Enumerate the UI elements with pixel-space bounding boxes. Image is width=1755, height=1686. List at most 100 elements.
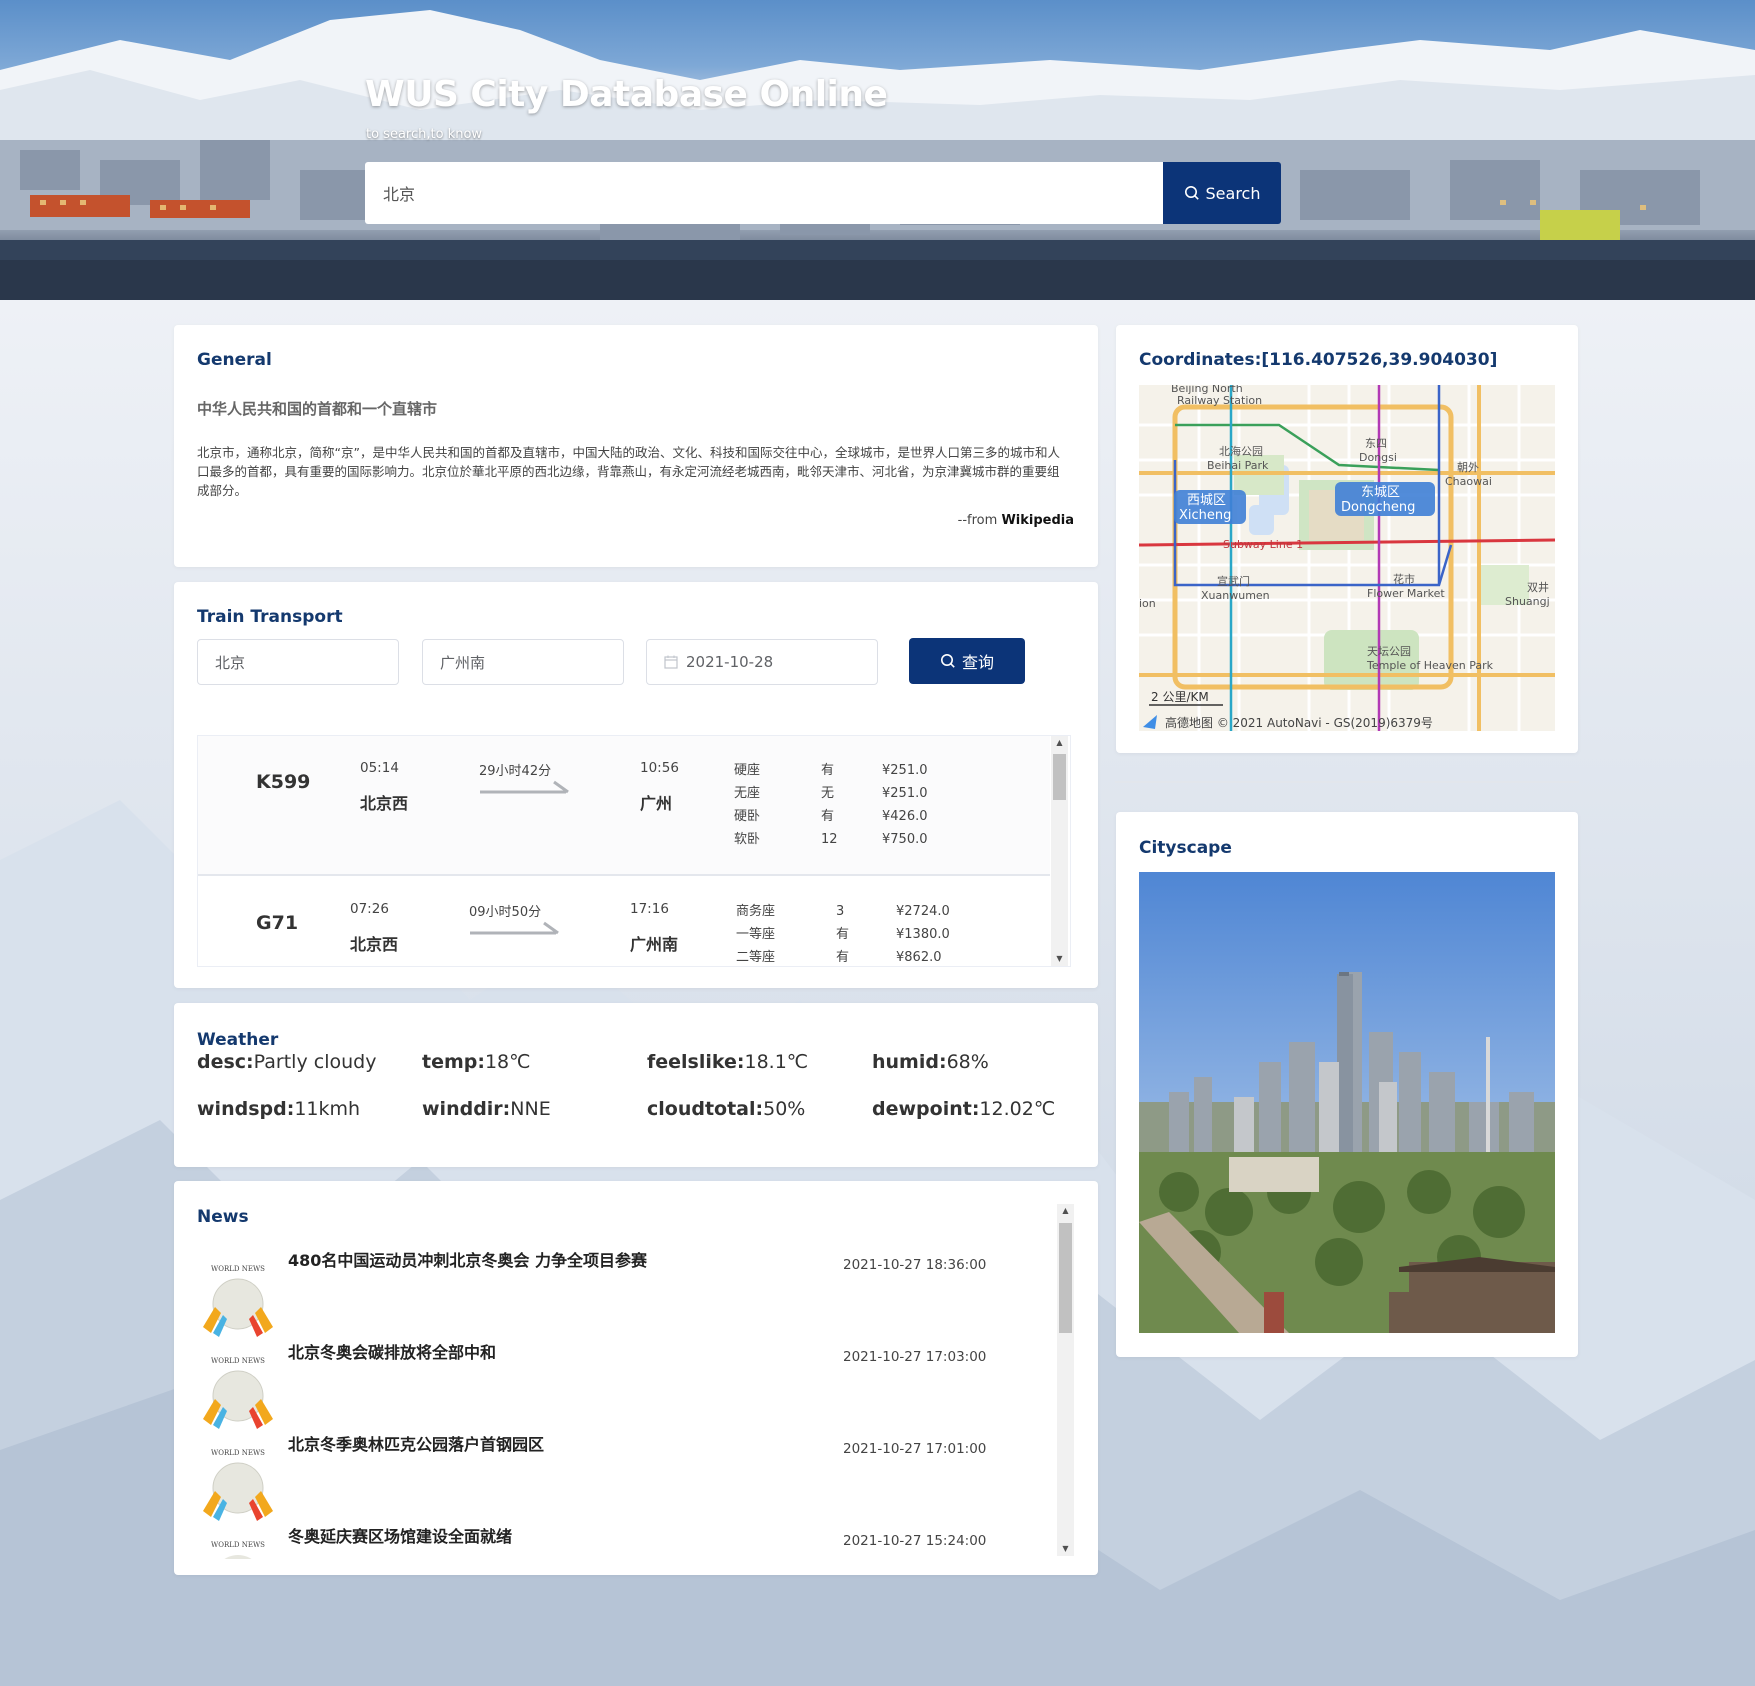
world-news-thumbnail: WORLD NEWS (203, 1265, 273, 1337)
news-item[interactable]: WORLD NEWS 北京冬奥会碳排放将全部中和 2021-10-27 17:0… (197, 1339, 1017, 1431)
train-duration: 09小时50分 (469, 905, 542, 920)
svg-text:WORLD NEWS: WORLD NEWS (211, 1265, 265, 1273)
general-subtitle: 中华人民共和国的首都和一个直辖市 (197, 400, 438, 418)
cityscape-title: Cityscape (1139, 838, 1232, 858)
news-item[interactable]: WORLD NEWS 北京冬季奥林匹克公园落户首钢园区 2021-10-27 1… (197, 1431, 1017, 1523)
train-title: Train Transport (197, 607, 343, 627)
news-headline[interactable]: 480名中国运动员冲刺北京冬奥会 力争全项目参赛 (288, 1247, 647, 1271)
scrollbar-thumb[interactable] (1053, 754, 1066, 800)
seat-availability: 无 (821, 786, 835, 801)
arrive-station: 广州 (640, 794, 673, 813)
scroll-up-icon[interactable]: ▲ (1051, 738, 1068, 747)
source-link[interactable]: Wikipedia (1001, 513, 1074, 528)
train-row[interactable]: G71 07:26 北京西 09小时50分 17:16 广州南 商务座 3 ¥2… (198, 877, 1050, 966)
world-news-thumbnail: WORLD NEWS (203, 1357, 273, 1429)
weather-label: cloudtotal: (647, 1098, 764, 1120)
svg-text:朝外: 朝外 (1457, 461, 1479, 474)
date-value: 2021-10-28 (686, 653, 774, 671)
depart-station: 北京西 (360, 794, 409, 813)
depart-time: 05:14 (360, 760, 399, 776)
train-query-button[interactable]: 查询 (909, 638, 1025, 684)
svg-text:Flower Market: Flower Market (1367, 587, 1445, 600)
weather-windspd: windspd:11kmh (197, 1098, 360, 1120)
search-icon (940, 654, 955, 668)
news-card: News WORLD NEWS 480名中国运动员冲刺北京冬奥会 力争全项目参赛… (174, 1181, 1098, 1575)
weather-label: temp: (422, 1051, 485, 1073)
news-headline[interactable]: 北京冬季奥林匹克公园落户首钢园区 (288, 1431, 544, 1455)
column-divider (1115, 781, 1579, 783)
city-search-input[interactable] (365, 162, 1163, 224)
train-row[interactable]: K599 05:14 北京西 29小时42分 10:56 广州 硬座 有 ¥25… (198, 736, 1050, 876)
weather-title: Weather (197, 1030, 279, 1050)
svg-text:2 公里/KM: 2 公里/KM (1151, 690, 1209, 704)
arrive-time: 17:16 (630, 901, 669, 917)
weather-value: NNE (510, 1098, 551, 1120)
seat-type: 商务座 (736, 904, 776, 919)
search-button[interactable]: Search (1163, 162, 1281, 224)
news-date: 2021-10-27 18:36:00 (843, 1257, 987, 1273)
seat-price: ¥251.0 (882, 786, 928, 801)
weather-temp: temp:18℃ (422, 1051, 530, 1073)
scroll-down-icon[interactable]: ▼ (1051, 954, 1068, 963)
weather-value: 68% (946, 1051, 989, 1073)
site-title: WUS City Database Online (365, 74, 888, 115)
seat-type: 硬卧 (734, 809, 761, 824)
weather-value: 50% (763, 1098, 806, 1120)
svg-text:ion: ion (1139, 597, 1156, 610)
seat-availability: 有 (821, 809, 835, 824)
weather-humid: humid:68% (872, 1051, 989, 1073)
svg-text:Beihai Park: Beihai Park (1207, 459, 1269, 472)
train-results-list[interactable]: K599 05:14 北京西 29小时42分 10:56 广州 硬座 有 ¥25… (197, 735, 1071, 967)
winter-town-banner-image (0, 10, 1755, 300)
seat-price: ¥862.0 (896, 950, 942, 965)
svg-text:Xuanwumen: Xuanwumen (1201, 589, 1270, 602)
news-item[interactable]: WORLD NEWS 冬奥延庆赛区场馆建设全面就绪 2021-10-27 15:… (197, 1523, 1017, 1559)
news-item[interactable]: WORLD NEWS 480名中国运动员冲刺北京冬奥会 力争全项目参赛 2021… (197, 1247, 1017, 1339)
seat-type: 一等座 (736, 927, 776, 942)
weather-value: 12.02℃ (979, 1098, 1056, 1120)
route-arrow-icon (480, 780, 569, 794)
svg-text:北海公园: 北海公园 (1219, 444, 1263, 458)
seat-availability: 有 (836, 927, 850, 942)
date-picker[interactable]: 2021-10-28 (646, 639, 878, 685)
source-prefix: --from (957, 513, 1002, 528)
depart-station: 北京西 (350, 935, 399, 954)
news-list[interactable]: WORLD NEWS 480名中国运动员冲刺北京冬奥会 力争全项目参赛 2021… (174, 1247, 1098, 1559)
svg-text:天坛公园: 天坛公园 (1367, 645, 1411, 658)
svg-text:西城区: 西城区 (1187, 493, 1226, 508)
news-headline[interactable]: 北京冬奥会碳排放将全部中和 (288, 1339, 496, 1363)
news-headline[interactable]: 冬奥延庆赛区场馆建设全面就绪 (288, 1523, 512, 1547)
seat-availability: 有 (821, 763, 835, 778)
to-station-input[interactable]: 广州南 (422, 639, 624, 685)
svg-text:Temple of Heaven Park: Temple of Heaven Park (1366, 659, 1494, 672)
weather-desc: desc:Partly cloudy (197, 1051, 376, 1073)
svg-text:双井: 双井 (1527, 580, 1549, 594)
scrollbar-thumb[interactable] (1059, 1223, 1072, 1333)
city-map[interactable]: Beijing North Railway Station 北海公园 Beiha… (1139, 385, 1555, 731)
seat-price: ¥426.0 (882, 809, 928, 824)
cityscape-card: Cityscape (1116, 812, 1578, 1357)
header-banner: WUS City Database Online to search,to kn… (0, 0, 1755, 300)
city-map-canvas[interactable]: Beijing North Railway Station 北海公园 Beiha… (1139, 385, 1555, 731)
weather-card: Weather desc:Partly cloudy temp:18℃ feel… (174, 1003, 1098, 1167)
cityscape-photo (1139, 872, 1555, 1333)
svg-text:Railway Station: Railway Station (1177, 394, 1262, 407)
scroll-down-icon[interactable]: ▼ (1057, 1544, 1074, 1553)
news-date: 2021-10-27 17:03:00 (843, 1349, 987, 1365)
train-list-scrollbar[interactable]: ▲ ▼ (1051, 736, 1068, 966)
scroll-up-icon[interactable]: ▲ (1057, 1206, 1074, 1215)
news-list-scrollbar[interactable]: ▲ ▼ (1057, 1204, 1074, 1556)
svg-text:Shuangj: Shuangj (1505, 595, 1550, 608)
from-station-input[interactable]: 北京 (197, 639, 399, 685)
svg-text:Chaowai: Chaowai (1445, 475, 1492, 488)
depart-time: 07:26 (350, 901, 389, 917)
seat-type: 软卧 (734, 832, 761, 847)
general-description: 北京市，通称北京，简称“京”，是中华人民共和国的首都及直辖市，中国大陆的政治、文… (197, 445, 1060, 498)
train-query-label: 查询 (961, 655, 994, 672)
general-card: General 中华人民共和国的首都和一个直辖市 北京市，通称北京，简称“京”，… (174, 325, 1098, 567)
arrive-time: 10:56 (640, 760, 679, 776)
svg-text:Subway Line 1: Subway Line 1 (1223, 538, 1303, 551)
general-source: --from Wikipedia (958, 513, 1074, 528)
news-title: News (197, 1207, 249, 1227)
svg-text:Dongcheng: Dongcheng (1341, 500, 1415, 515)
